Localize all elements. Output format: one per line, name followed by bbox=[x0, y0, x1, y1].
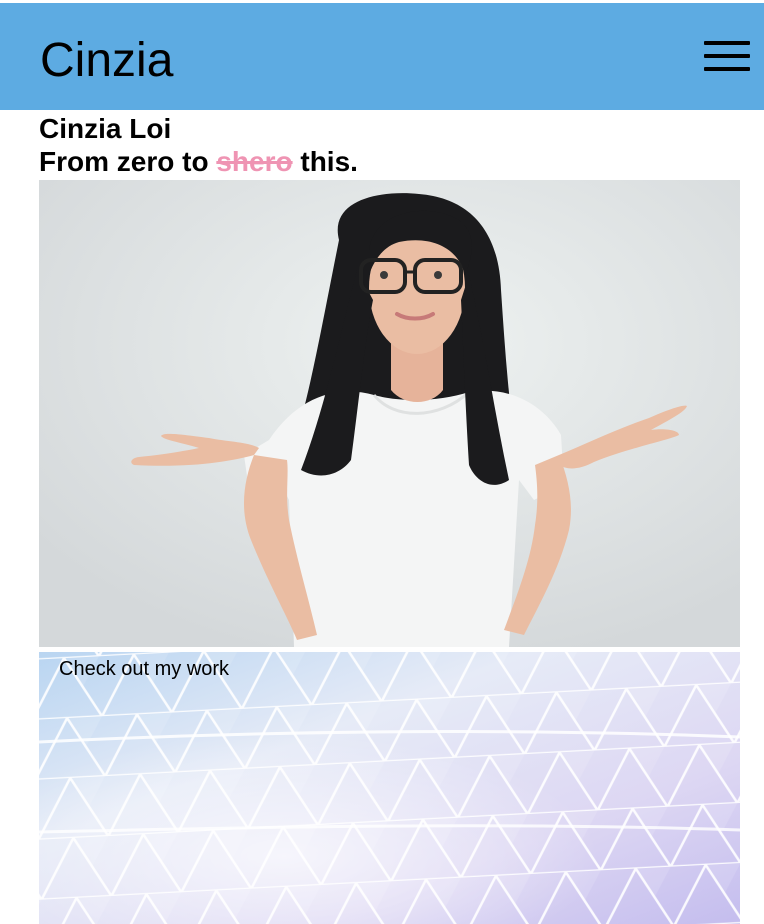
menu-bar-bottom bbox=[704, 67, 750, 71]
hamburger-menu-icon[interactable] bbox=[704, 39, 752, 75]
person-name: Cinzia Loi bbox=[39, 113, 172, 144]
geometric-triangle-pattern bbox=[39, 652, 740, 924]
menu-bar-top bbox=[704, 41, 750, 45]
work-banner[interactable]: Check out my work bbox=[39, 652, 740, 924]
check-out-work-link[interactable]: Check out my work bbox=[59, 657, 229, 681]
menu-bar-middle bbox=[704, 54, 750, 58]
site-brand[interactable]: Cinzia bbox=[40, 31, 173, 91]
tagline-start: From zero to bbox=[39, 146, 209, 177]
tagline-struck-word: shero bbox=[216, 146, 293, 177]
intro-section: Cinzia Loi From zero to shero this. bbox=[39, 113, 739, 179]
portrait-photo bbox=[39, 180, 740, 647]
page: Cinzia Cinzia Loi From zero to shero thi… bbox=[0, 0, 764, 924]
portrait-illustration bbox=[39, 180, 740, 647]
site-header: Cinzia bbox=[0, 3, 764, 110]
tagline-end: this. bbox=[300, 146, 358, 177]
tagline: From zero to shero this. bbox=[39, 145, 739, 179]
